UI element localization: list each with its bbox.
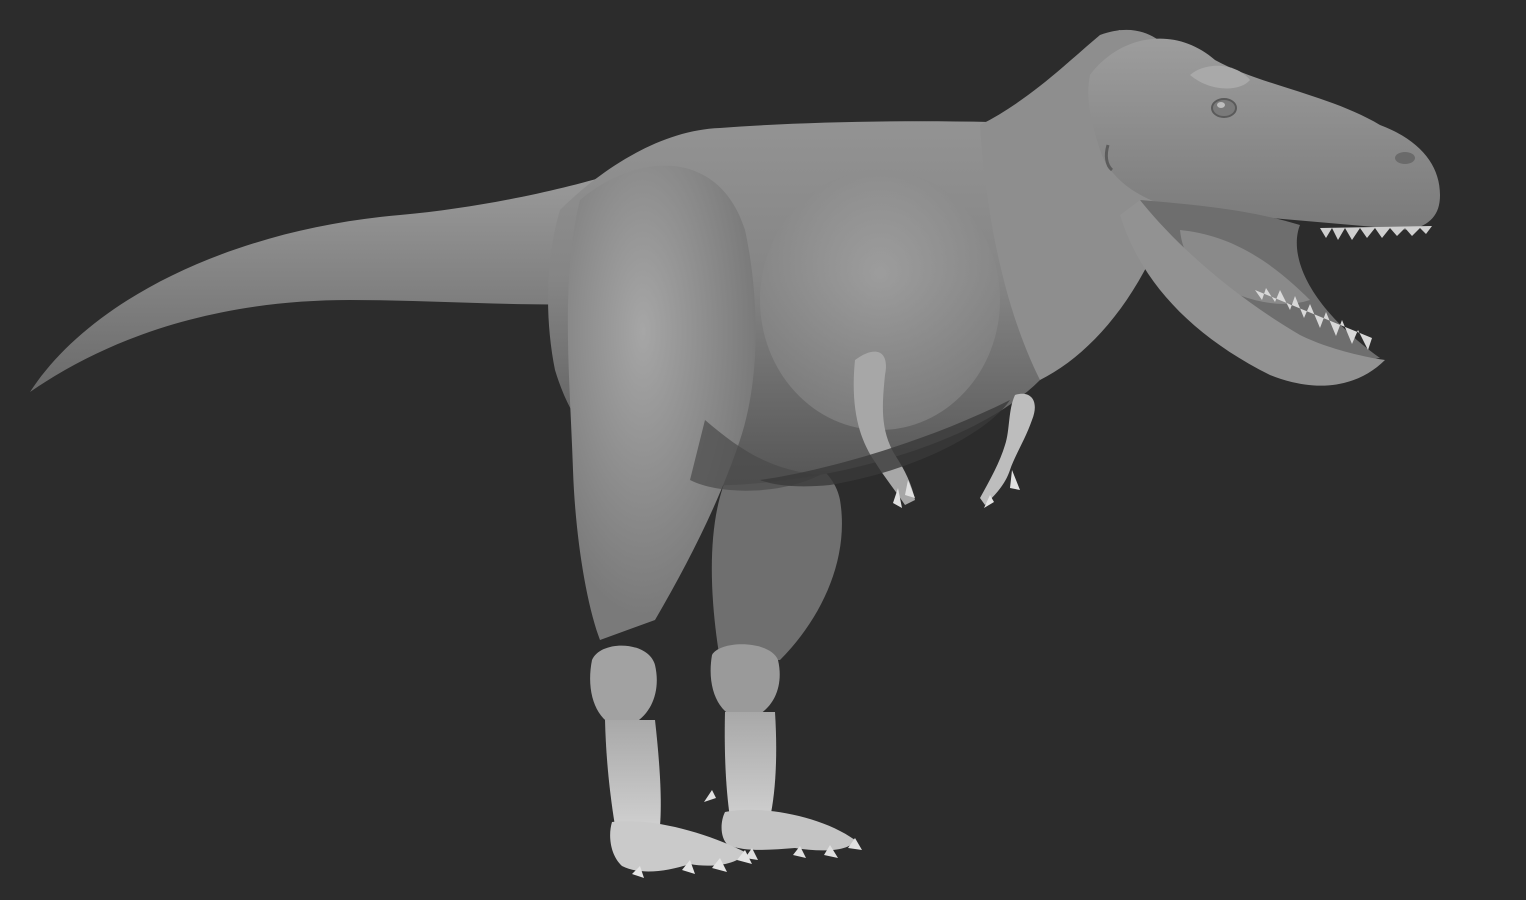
far-knee [710,644,780,720]
near-knee [590,645,657,728]
eye-highlight [1217,102,1225,108]
upper-teeth [1320,226,1432,240]
nostril [1395,152,1415,164]
far-foot [721,809,855,851]
near-shin [605,720,661,826]
far-shin [724,712,777,818]
dinosaur-sculpt-render [30,29,1440,878]
3d-viewport[interactable] [0,0,1526,900]
eye [1211,98,1237,118]
